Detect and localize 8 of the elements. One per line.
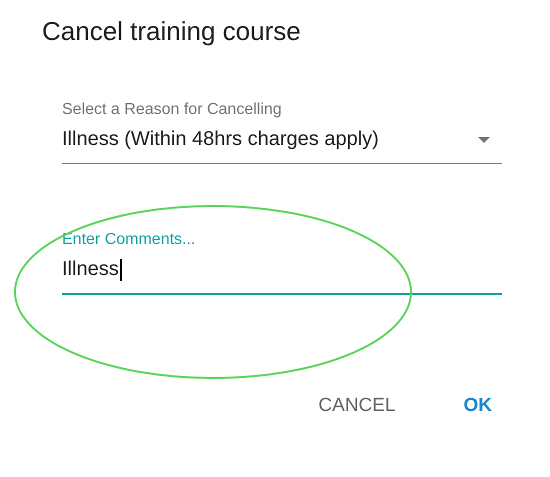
caret-icon	[478, 136, 490, 142]
ok-button[interactable]: OK	[462, 391, 494, 421]
text-cursor	[120, 258, 122, 280]
dialog-title: Cancel training course	[42, 15, 302, 48]
reason-dropdown[interactable]: Illness (Within 48hrs charges apply)	[62, 120, 502, 164]
comments-field[interactable]: Illness	[62, 250, 502, 295]
cancel-button[interactable]: CANCEL	[316, 391, 398, 421]
field-label: Select a Reason for Cancelling	[62, 100, 283, 120]
